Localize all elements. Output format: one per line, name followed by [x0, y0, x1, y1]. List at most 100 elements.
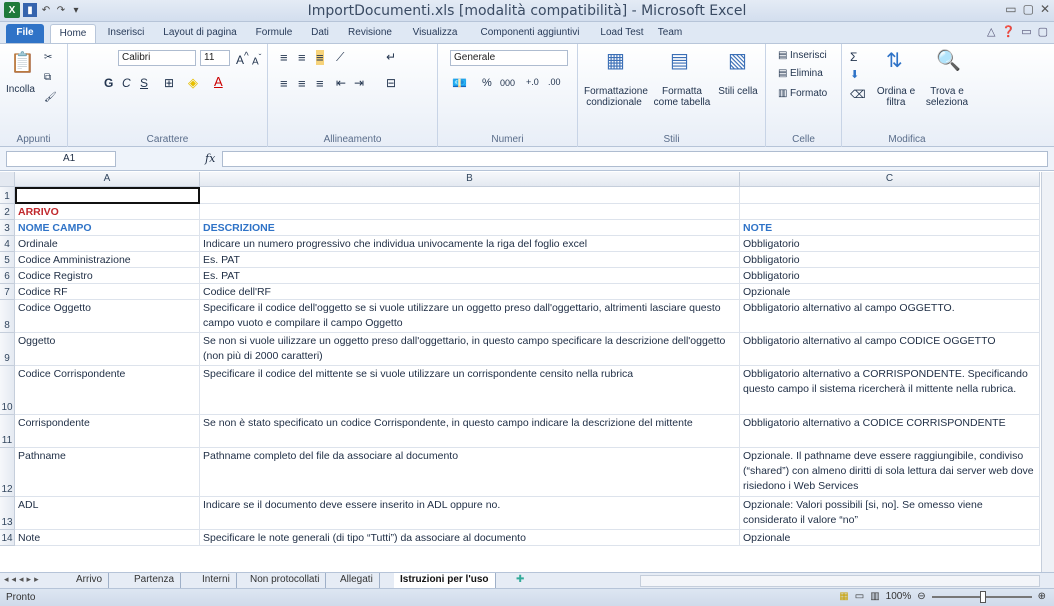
tab-dati[interactable]: Dati [302, 24, 338, 43]
format-button[interactable]: Formato [790, 88, 827, 99]
row-header[interactable]: 5 [0, 252, 15, 268]
cell-a-6[interactable]: Codice Registro [15, 268, 200, 284]
sort-filter-icon[interactable]: ⇅ [886, 48, 903, 73]
cell-a-3[interactable]: NOME CAMPO [15, 220, 200, 236]
insert-cells-icon[interactable]: ▤ [778, 50, 787, 61]
insert-function-icon[interactable]: fx [205, 152, 215, 165]
cell-c-3[interactable]: NOTE [740, 220, 1040, 236]
align-right-icon[interactable]: ≡ [316, 76, 324, 91]
align-left-icon[interactable]: ≡ [280, 76, 288, 91]
delete-button[interactable]: Elimina [790, 68, 823, 79]
bold-button[interactable]: G [104, 76, 113, 90]
cell-a-7[interactable]: Codice RF [15, 284, 200, 300]
find-select-icon[interactable]: 🔍 [936, 48, 961, 73]
cell-c-1[interactable] [740, 187, 1040, 204]
currency-icon[interactable]: 💶 [452, 76, 467, 90]
page-break-view-icon[interactable]: ▥ [870, 591, 879, 602]
fill-icon[interactable]: ⬇ [850, 68, 859, 81]
cell-c-7[interactable]: Opzionale [740, 284, 1040, 300]
align-middle-icon[interactable]: ≡ [298, 50, 306, 65]
cell-b-5[interactable]: Es. PAT [200, 252, 740, 268]
zoom-out-icon[interactable]: ⊖ [917, 591, 925, 602]
tab-revisione[interactable]: Revisione [340, 24, 400, 43]
restore-icon[interactable]: ▢ [1023, 2, 1034, 16]
find-select-button[interactable]: Trova e seleziona [922, 86, 972, 108]
autosum-icon[interactable]: Σ [850, 50, 857, 64]
cell-c-12[interactable]: Opzionale. Il pathname deve essere raggi… [740, 448, 1040, 497]
italic-button[interactable]: C [122, 76, 131, 90]
cell-b-2[interactable] [200, 204, 740, 220]
fill-color-icon[interactable]: ◈ [188, 75, 198, 91]
conditional-format-icon[interactable]: ▦ [606, 48, 625, 73]
horizontal-scrollbar[interactable] [640, 575, 1040, 587]
row-header[interactable]: 2 [0, 204, 15, 220]
cell-c-9[interactable]: Obbligatorio alternativo al campo CODICE… [740, 333, 1040, 366]
zoom-in-icon[interactable]: ⊕ [1038, 591, 1046, 602]
normal-view-icon[interactable]: ▦ [839, 591, 848, 602]
format-table-button[interactable]: Formatta come tabella [652, 86, 712, 108]
sheet-nav-icon[interactable]: ◂◂◂▸▸ [4, 574, 42, 585]
cell-b-10[interactable]: Specificare il codice del mittente se si… [200, 366, 740, 415]
cell-c-6[interactable]: Obbligatorio [740, 268, 1040, 284]
cell-c-14[interactable]: Opzionale [740, 530, 1040, 546]
row-header[interactable]: 10 [0, 366, 15, 415]
column-header-c[interactable]: C [740, 172, 1040, 187]
sheet-tab-interni[interactable]: Interni [196, 573, 237, 588]
clear-icon[interactable]: ⌫ [850, 88, 866, 101]
number-format-select[interactable]: Generale [450, 50, 568, 66]
cell-b-13[interactable]: Indicare se il documento deve essere ins… [200, 497, 740, 530]
tab-formule[interactable]: Formule [248, 24, 300, 43]
align-center-icon[interactable]: ≡ [298, 76, 306, 91]
new-sheet-icon[interactable]: ✚ [510, 573, 530, 588]
cell-c-4[interactable]: Obbligatorio [740, 236, 1040, 252]
increase-indent-icon[interactable]: ⇥ [354, 76, 364, 90]
cell-c-11[interactable]: Obbligatorio alternativo a CODICE CORRIS… [740, 415, 1040, 448]
orientation-icon[interactable]: ⟋ [336, 50, 344, 65]
decrease-decimal-icon[interactable]: .00 [548, 77, 561, 87]
underline-button[interactable]: S [140, 76, 148, 90]
cell-styles-button[interactable]: Stili cella [718, 86, 758, 97]
doc-restore-icon[interactable]: ▢ [1038, 25, 1048, 38]
select-all-corner[interactable] [0, 172, 15, 187]
grow-font-icon[interactable]: A^ [236, 51, 249, 67]
cell-b-14[interactable]: Specificare le note generali (di tipo “T… [200, 530, 740, 546]
cell-a-12[interactable]: Pathname [15, 448, 200, 497]
vertical-scrollbar[interactable] [1041, 172, 1054, 572]
minimize-icon[interactable]: ▭ [1005, 2, 1016, 16]
wrap-text-icon[interactable]: ↵ [386, 50, 396, 64]
zoom-level[interactable]: 100% [886, 591, 912, 602]
help-icon[interactable]: ❓ [1001, 25, 1015, 38]
sheet-tab-allegati[interactable]: Allegati [334, 573, 380, 588]
doc-minimize-icon[interactable]: ▭ [1021, 25, 1031, 38]
increase-decimal-icon[interactable]: +.0 [526, 77, 539, 87]
formula-input[interactable] [222, 151, 1048, 167]
row-header[interactable]: 6 [0, 268, 15, 284]
cell-a-5[interactable]: Codice Amministrazione [15, 252, 200, 268]
insert-button[interactable]: Inserisci [790, 50, 827, 61]
percent-button[interactable]: % [482, 77, 492, 89]
copy-icon[interactable]: ⧉ [44, 72, 51, 83]
cell-b-12[interactable]: Pathname completo del file da associare … [200, 448, 740, 497]
align-bottom-icon[interactable]: ≡ [316, 50, 324, 65]
cell-b-7[interactable]: Codice dell'RF [200, 284, 740, 300]
merge-center-icon[interactable]: ⊟ [386, 76, 396, 90]
minimize-ribbon-icon[interactable]: △ [987, 25, 995, 38]
tab-team[interactable]: Team [652, 24, 688, 43]
close-icon[interactable]: ✕ [1040, 2, 1050, 16]
delete-cells-icon[interactable]: ▤ [778, 68, 787, 79]
row-header[interactable]: 9 [0, 333, 15, 366]
tab-inserisci[interactable]: Inserisci [100, 24, 152, 43]
cell-a-2[interactable]: ARRIVO [15, 204, 200, 220]
cell-c-2[interactable] [740, 204, 1040, 220]
tab-home[interactable]: Home [50, 24, 96, 43]
sort-filter-button[interactable]: Ordina e filtra [872, 86, 920, 108]
format-cells-icon[interactable]: ▥ [778, 88, 787, 99]
borders-icon[interactable]: ⊞ [164, 76, 174, 90]
cell-c-10[interactable]: Obbligatorio alternativo a CORRISPONDENT… [740, 366, 1040, 415]
thousands-button[interactable]: 000 [500, 78, 515, 88]
row-header[interactable]: 12 [0, 448, 15, 497]
cell-a-13[interactable]: ADL [15, 497, 200, 530]
row-header[interactable]: 11 [0, 415, 15, 448]
format-table-icon[interactable]: ▤ [670, 48, 689, 73]
cell-a-10[interactable]: Codice Corrispondente [15, 366, 200, 415]
